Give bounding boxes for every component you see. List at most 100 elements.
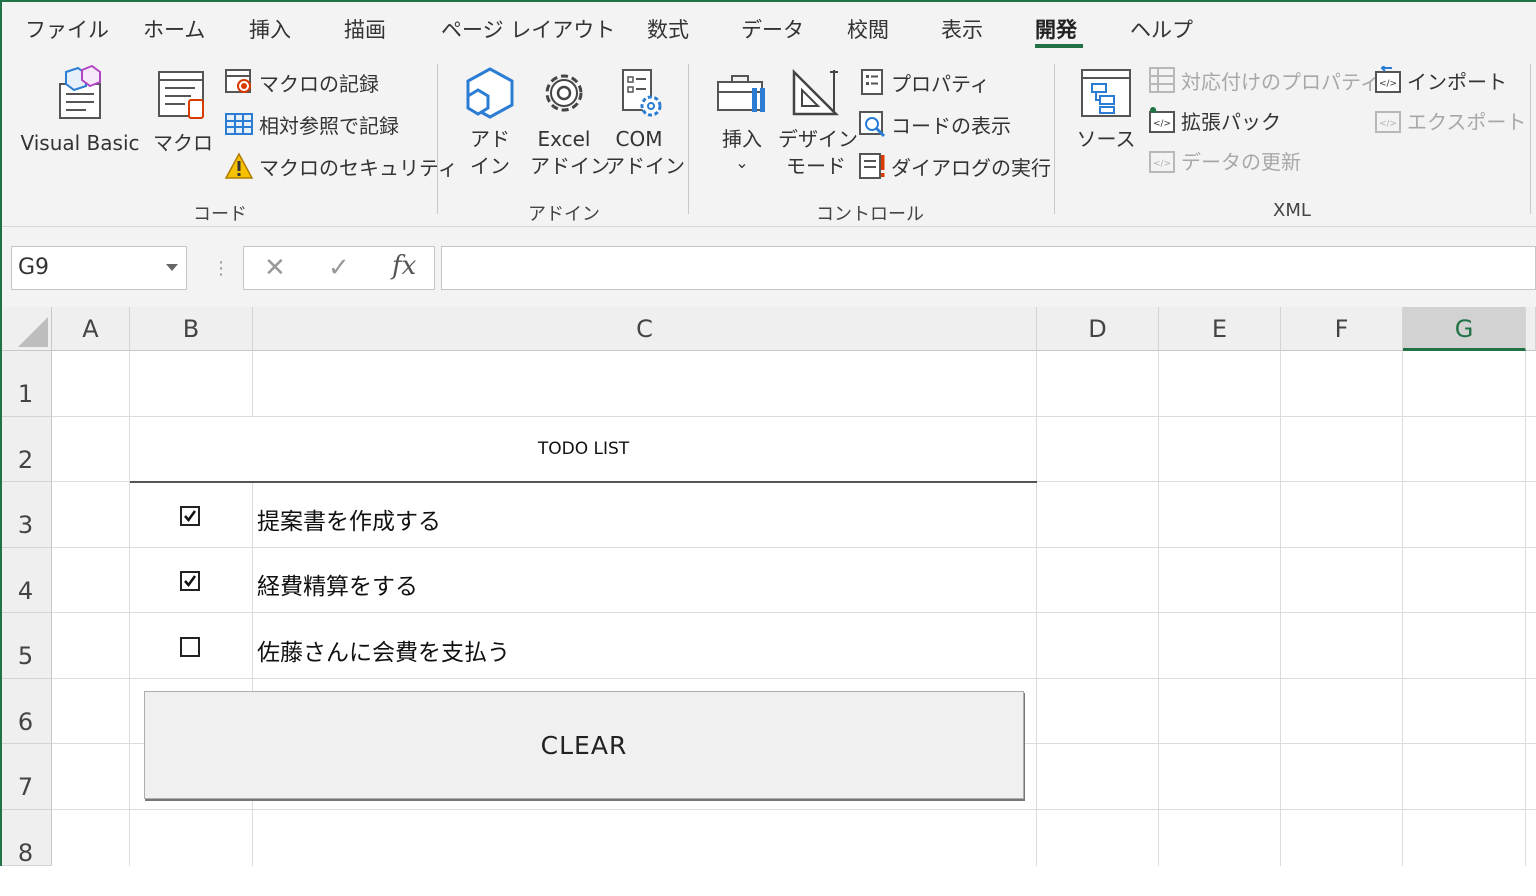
record-macro-button[interactable]: マクロの記録 — [224, 66, 379, 98]
com-addin-label-line2: アドイン — [605, 154, 685, 178]
tab-developer[interactable]: 開発 — [1035, 14, 1077, 44]
cancel-icon[interactable]: ✕ — [264, 253, 286, 283]
tab-home[interactable]: ホーム — [143, 14, 205, 44]
addin-hexagon-icon — [466, 67, 514, 119]
chevron-down-icon: ⌄ — [735, 153, 749, 172]
column-header-d[interactable]: D — [1037, 307, 1159, 351]
checkmark-icon — [184, 575, 197, 588]
expansion-packs-button[interactable]: </> 拡張パック — [1148, 104, 1281, 136]
column-header-e[interactable]: E — [1159, 307, 1281, 351]
tab-page-layout[interactable]: ページ レイアウト — [441, 14, 615, 44]
todo-list-title: TODO LIST — [537, 439, 630, 459]
map-properties-button[interactable]: 対応付けのプロパティ — [1148, 64, 1380, 96]
svg-text:</>: </> — [1153, 159, 1171, 169]
view-code-button[interactable]: コードの表示 — [858, 108, 1011, 140]
checkmark-icon — [184, 510, 197, 523]
refresh-data-button[interactable]: </> データの更新 — [1148, 144, 1301, 176]
xml-import-label: インポート — [1407, 69, 1507, 94]
task-checkbox-3[interactable] — [180, 637, 200, 657]
row-header-4[interactable]: 4 — [0, 548, 52, 613]
chevron-down-icon[interactable] — [166, 264, 178, 271]
visual-basic-label: Visual Basic — [20, 131, 140, 155]
gridline — [1525, 351, 1526, 866]
run-dialog-icon — [859, 153, 885, 179]
task-text-3[interactable]: 佐藤さんに会費を支払う — [257, 633, 510, 667]
row-header-1[interactable]: 1 — [0, 351, 52, 417]
xml-source-icon — [1081, 69, 1131, 117]
refresh-data-label: データの更新 — [1181, 149, 1301, 174]
column-header-next[interactable] — [1526, 307, 1536, 351]
row-header-5[interactable]: 5 — [0, 613, 52, 679]
visual-basic-button[interactable]: Visual Basic — [18, 64, 142, 157]
group-separator — [688, 64, 689, 214]
task-checkbox-1[interactable] — [180, 506, 200, 526]
task-text-2[interactable]: 経費精算をする — [257, 567, 418, 601]
row-header-7[interactable]: 7 — [0, 744, 52, 810]
clear-button-label: CLEAR — [540, 730, 628, 760]
view-code-icon — [859, 111, 886, 138]
column-header-c[interactable]: C — [253, 307, 1037, 351]
tab-insert[interactable]: 挿入 — [249, 14, 291, 44]
resize-handle-icon[interactable]: ⋮ — [212, 258, 230, 279]
map-properties-icon — [1149, 67, 1175, 93]
group-label-code: コード — [193, 204, 247, 225]
excel-addin-button[interactable]: Excel アドイン — [530, 66, 610, 180]
macro-label: マクロ — [153, 131, 213, 155]
macro-button[interactable]: マクロ — [153, 64, 213, 157]
task-checkbox-2[interactable] — [180, 571, 200, 591]
run-dialog-label: ダイアログの実行 — [891, 155, 1051, 180]
column-header-b[interactable]: B — [130, 307, 253, 351]
row-header-3[interactable]: 3 — [0, 482, 52, 548]
gridline — [1280, 351, 1281, 866]
relative-reference-button[interactable]: 相対参照で記録 — [224, 108, 399, 140]
design-mode-label-line2: モード — [786, 154, 846, 178]
design-mode-label-line1: デザイン — [778, 127, 858, 151]
tab-review[interactable]: 校閲 — [847, 14, 889, 44]
tab-file[interactable]: ファイル — [25, 14, 109, 44]
com-addin-label-line1: COM — [615, 127, 663, 151]
xml-import-button[interactable]: </> インポート — [1374, 64, 1507, 96]
column-header-g[interactable]: G — [1403, 307, 1526, 351]
clear-button[interactable]: CLEAR — [144, 691, 1024, 799]
group-separator — [437, 64, 438, 214]
group-separator — [1530, 64, 1531, 214]
ribbon-developer: Visual Basic マクロ マクロの記録 相対参照で記録 マクロのセキュリ… — [0, 54, 1536, 227]
insert-function-icon[interactable]: fx — [392, 251, 416, 281]
gridline — [1036, 351, 1037, 866]
row-header-6[interactable]: 6 — [0, 679, 52, 744]
run-dialog-button[interactable]: ダイアログの実行 — [858, 150, 1051, 182]
tab-draw[interactable]: 描画 — [344, 14, 386, 44]
com-addin-icon — [622, 69, 662, 117]
design-mode-button[interactable]: デザイン モード — [778, 66, 858, 180]
macro-security-button[interactable]: マクロのセキュリティ — [224, 150, 458, 182]
xml-source-button[interactable]: ソース — [1076, 66, 1136, 153]
task-text-1[interactable]: 提案書を作成する — [257, 502, 441, 536]
select-all-corner[interactable] — [0, 307, 52, 351]
toolbox-icon — [717, 75, 765, 112]
column-header-a[interactable]: A — [52, 307, 130, 351]
properties-button[interactable]: プロパティ — [858, 66, 990, 98]
svg-text:</>: </> — [1379, 119, 1397, 129]
record-macro-icon — [225, 69, 251, 93]
active-tab-indicator — [1035, 44, 1083, 48]
enter-check-icon[interactable]: ✓ — [328, 253, 350, 283]
export-icon: </> — [1375, 111, 1401, 133]
com-addin-button[interactable]: COM アドイン — [605, 66, 685, 180]
tab-help[interactable]: ヘルプ — [1130, 14, 1193, 44]
tab-formulas[interactable]: 数式 — [647, 14, 689, 44]
xml-export-button[interactable]: </> エクスポート — [1374, 104, 1526, 136]
title-bottom-border — [130, 481, 1037, 483]
row-header-2[interactable]: 2 — [0, 417, 52, 482]
group-label-xml: XML — [1273, 200, 1311, 221]
row-header-8[interactable]: 8 — [0, 810, 52, 867]
formula-input[interactable] — [441, 246, 1536, 290]
tab-data[interactable]: データ — [741, 14, 804, 44]
column-header-f[interactable]: F — [1281, 307, 1403, 351]
tab-view[interactable]: 表示 — [941, 14, 983, 44]
gridline — [52, 612, 1536, 613]
addin-button[interactable]: アド イン — [459, 66, 521, 180]
refresh-data-icon: </> — [1149, 151, 1175, 173]
name-box[interactable]: G9 — [11, 246, 187, 290]
insert-control-button[interactable]: 挿入 ⌄ — [712, 66, 772, 173]
warning-icon — [224, 152, 254, 179]
